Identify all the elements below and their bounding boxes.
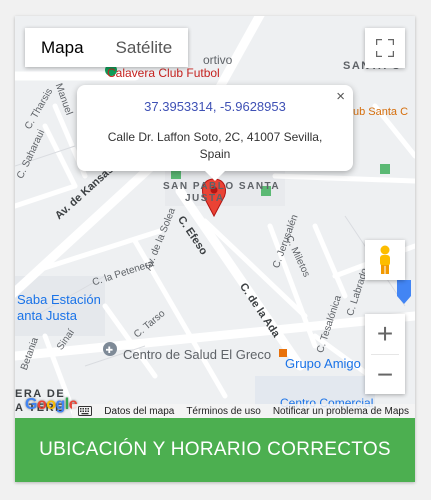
zoom-control: + −	[365, 314, 405, 394]
map-view[interactable]: ✚ Calavera Club Futbol ortivo ub Santa C…	[15, 16, 415, 418]
map-footer: Datos del mapa Términos de uso Notificar…	[15, 404, 415, 418]
map-label: anta Justa	[17, 308, 77, 323]
map-type-map-button[interactable]: Mapa	[25, 28, 100, 67]
map-label: JUSTA	[185, 193, 225, 204]
info-window: × 37.3953314, -5.9628953 Calle Dr. Laffo…	[77, 85, 353, 181]
confirm-location-button[interactable]: UBICACIÓN Y HORARIO CORRECTOS	[15, 418, 415, 482]
pegman-icon	[380, 245, 390, 274]
report-problem-link[interactable]: Notificar un problema de Maps	[273, 406, 409, 417]
address-text: Calle Dr. Laffon Soto, 2C, 41007 Sevilla…	[107, 130, 323, 161]
map-label: ub Santa C	[353, 106, 409, 118]
street-view-button[interactable]	[365, 240, 405, 280]
map-type-satellite-button[interactable]: Satélite	[99, 28, 189, 67]
keyboard-icon[interactable]	[78, 406, 93, 416]
svg-text:✚: ✚	[106, 345, 114, 355]
terms-link[interactable]: Términos de uso	[186, 406, 260, 417]
location-card: ✚ Calavera Club Futbol ortivo ub Santa C…	[15, 16, 415, 482]
map-label: ortivo	[203, 53, 233, 67]
map-data-link[interactable]: Datos del mapa	[104, 406, 174, 417]
map-label: Centro de Salud El Greco	[123, 347, 272, 362]
zoom-out-button[interactable]: −	[365, 355, 405, 395]
zoom-in-button[interactable]: +	[365, 314, 405, 354]
map-label: Calavera Club Futbol	[107, 66, 220, 80]
map-label: SAN PABLO SANTA	[163, 181, 281, 192]
map-label: Grupo Amigo S.	[285, 356, 377, 371]
map-label: Saba Estación	[17, 292, 101, 307]
fullscreen-icon	[376, 39, 394, 57]
fullscreen-button[interactable]	[365, 28, 405, 68]
map-type-control: Mapa Satélite	[25, 28, 189, 67]
coordinates-link[interactable]: 37.3953314, -5.9628953	[77, 99, 353, 114]
